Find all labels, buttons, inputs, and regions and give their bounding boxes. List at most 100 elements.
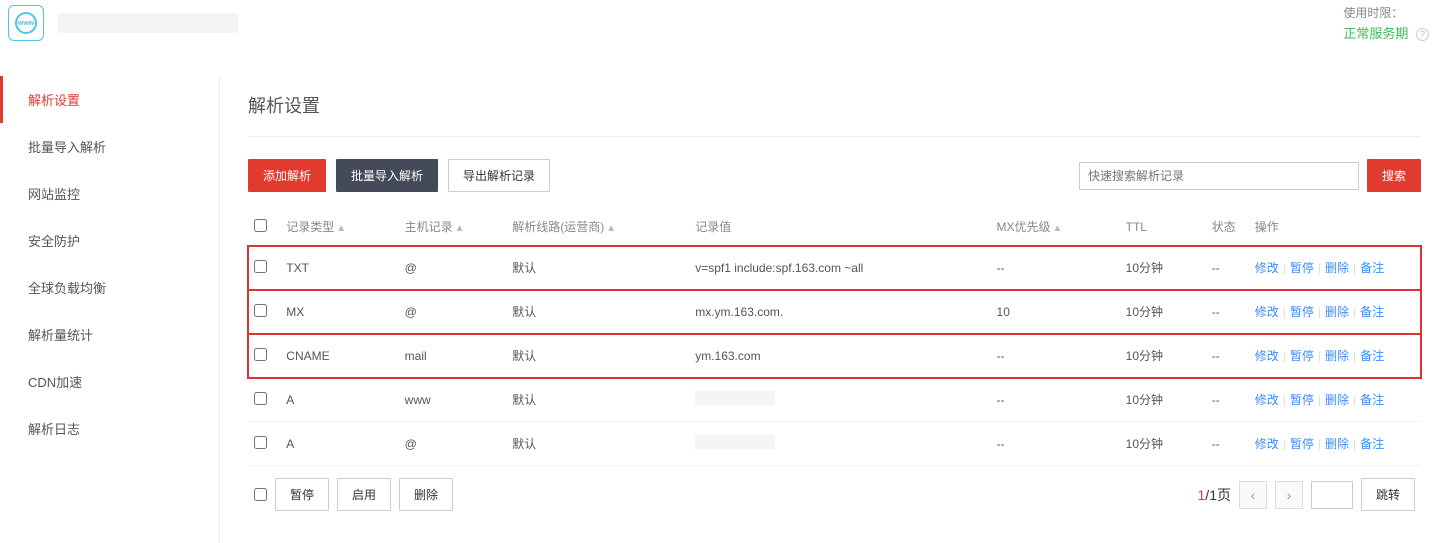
- op-edit[interactable]: 修改: [1255, 393, 1279, 407]
- header-mx[interactable]: MX优先级: [997, 220, 1051, 234]
- cell-status: --: [1212, 349, 1220, 363]
- header-ttl: TTL: [1126, 220, 1147, 234]
- table-row: A@默认--10分钟--修改|暂停|删除|备注: [248, 422, 1421, 466]
- op-remark[interactable]: 备注: [1360, 393, 1384, 407]
- header-status: 状态: [1212, 220, 1236, 234]
- row-checkbox[interactable]: [254, 304, 267, 317]
- sort-icon: ▲: [606, 223, 616, 234]
- sidebar-item-4[interactable]: 全球负载均衡: [0, 264, 219, 311]
- cell-line: 默认: [512, 261, 536, 275]
- sidebar-item-5[interactable]: 解析量统计: [0, 311, 219, 358]
- cell-status: --: [1212, 393, 1220, 407]
- cell-ttl: 10分钟: [1126, 349, 1163, 363]
- row-checkbox[interactable]: [254, 348, 267, 361]
- op-pause[interactable]: 暂停: [1290, 393, 1314, 407]
- cell-host: @: [405, 261, 417, 275]
- service-status: 正常服务期: [1343, 26, 1408, 41]
- select-all-checkbox[interactable]: [254, 219, 267, 232]
- help-icon[interactable]: ?: [1416, 28, 1429, 41]
- sidebar-item-3[interactable]: 安全防护: [0, 217, 219, 264]
- value-obscured: [695, 391, 775, 405]
- footer-enable-button[interactable]: 启用: [337, 478, 391, 511]
- pagination-info: 1/1页: [1198, 485, 1231, 505]
- table-row: MX@默认mx.ym.163.com.1010分钟--修改|暂停|删除|备注: [248, 290, 1421, 334]
- search-button[interactable]: 搜索: [1367, 159, 1421, 192]
- table-row: TXT @ 默认 v=spf1 include:spf.163.com ~all -- 1…: [248, 246, 1421, 290]
- op-delete[interactable]: 删除: [1325, 437, 1349, 451]
- cell-ttl: 10分钟: [1126, 305, 1163, 319]
- header-line[interactable]: 解析线路(运营商): [512, 220, 604, 234]
- row-checkbox[interactable]: [254, 392, 267, 405]
- op-edit[interactable]: 修改: [1255, 437, 1279, 451]
- header-value: 记录值: [695, 220, 731, 234]
- op-delete[interactable]: 删除: [1325, 305, 1349, 319]
- domain-name-obscured: [58, 13, 238, 33]
- row-checkbox[interactable]: [254, 436, 267, 449]
- op-remark[interactable]: 备注: [1360, 437, 1384, 451]
- sort-icon: ▲: [455, 223, 465, 234]
- cell-status: --: [1212, 261, 1220, 275]
- cell-value: mx.ym.163.com.: [695, 305, 783, 319]
- search-input[interactable]: [1079, 162, 1359, 190]
- select-all-footer-checkbox[interactable]: [254, 488, 267, 501]
- op-pause[interactable]: 暂停: [1290, 437, 1314, 451]
- sidebar-item-7[interactable]: 解析日志: [0, 405, 219, 452]
- op-remark[interactable]: 备注: [1360, 261, 1384, 275]
- footer-delete-button[interactable]: 删除: [399, 478, 453, 511]
- add-record-button[interactable]: 添加解析: [248, 159, 326, 192]
- header-ops: 操作: [1255, 220, 1279, 234]
- sort-icon: ▲: [1053, 223, 1063, 234]
- cell-line: 默认: [512, 349, 536, 363]
- cell-mx: --: [997, 349, 1005, 363]
- cell-type: CNAME: [286, 349, 329, 363]
- sidebar-item-1[interactable]: 批量导入解析: [0, 123, 219, 170]
- cell-value: v=spf1 include:spf.163.com ~all: [695, 261, 863, 275]
- op-delete[interactable]: 删除: [1325, 261, 1349, 275]
- site-logo: www: [8, 5, 44, 41]
- sidebar-item-6[interactable]: CDN加速: [0, 358, 219, 405]
- cell-mx: 10: [997, 305, 1010, 319]
- cell-type: A: [286, 393, 294, 407]
- page-jump-input[interactable]: [1311, 481, 1353, 509]
- op-delete[interactable]: 删除: [1325, 393, 1349, 407]
- op-edit[interactable]: 修改: [1255, 261, 1279, 275]
- op-pause[interactable]: 暂停: [1290, 305, 1314, 319]
- cell-ttl: 10分钟: [1126, 393, 1163, 407]
- op-delete[interactable]: 删除: [1325, 349, 1349, 363]
- header-type[interactable]: 记录类型: [286, 220, 334, 234]
- page-jump-button[interactable]: 跳转: [1361, 478, 1415, 511]
- www-icon: www: [15, 12, 37, 34]
- next-page-button[interactable]: ›: [1275, 481, 1303, 509]
- header-host[interactable]: 主机记录: [405, 220, 453, 234]
- footer-pause-button[interactable]: 暂停: [275, 478, 329, 511]
- prev-page-button[interactable]: ‹: [1239, 481, 1267, 509]
- op-pause[interactable]: 暂停: [1290, 349, 1314, 363]
- usage-label: 使用时限：: [1343, 4, 1429, 21]
- cell-host: mail: [405, 349, 427, 363]
- sidebar: 解析设置批量导入解析网站监控安全防护全球负载均衡解析量统计CDN加速解析日志: [0, 76, 220, 543]
- cell-host: @: [405, 305, 417, 319]
- op-pause[interactable]: 暂停: [1290, 261, 1314, 275]
- op-remark[interactable]: 备注: [1360, 349, 1384, 363]
- sidebar-item-2[interactable]: 网站监控: [0, 170, 219, 217]
- cell-status: --: [1212, 305, 1220, 319]
- cell-ttl: 10分钟: [1126, 261, 1163, 275]
- sidebar-item-0[interactable]: 解析设置: [0, 76, 219, 123]
- cell-mx: --: [997, 261, 1005, 275]
- bulk-import-button[interactable]: 批量导入解析: [336, 159, 438, 192]
- cell-type: TXT: [286, 261, 309, 275]
- cell-line: 默认: [512, 305, 536, 319]
- export-button[interactable]: 导出解析记录: [448, 159, 550, 192]
- table-row: Awww默认--10分钟--修改|暂停|删除|备注: [248, 378, 1421, 422]
- cell-type: A: [286, 437, 294, 451]
- op-edit[interactable]: 修改: [1255, 305, 1279, 319]
- cell-line: 默认: [512, 437, 536, 451]
- op-edit[interactable]: 修改: [1255, 349, 1279, 363]
- op-remark[interactable]: 备注: [1360, 305, 1384, 319]
- cell-type: MX: [286, 305, 304, 319]
- cell-line: 默认: [512, 393, 536, 407]
- table-row: CNAMEmail默认ym.163.com--10分钟--修改|暂停|删除|备注: [248, 334, 1421, 378]
- cell-mx: --: [997, 437, 1005, 451]
- value-obscured: [695, 435, 775, 449]
- row-checkbox[interactable]: [254, 260, 267, 273]
